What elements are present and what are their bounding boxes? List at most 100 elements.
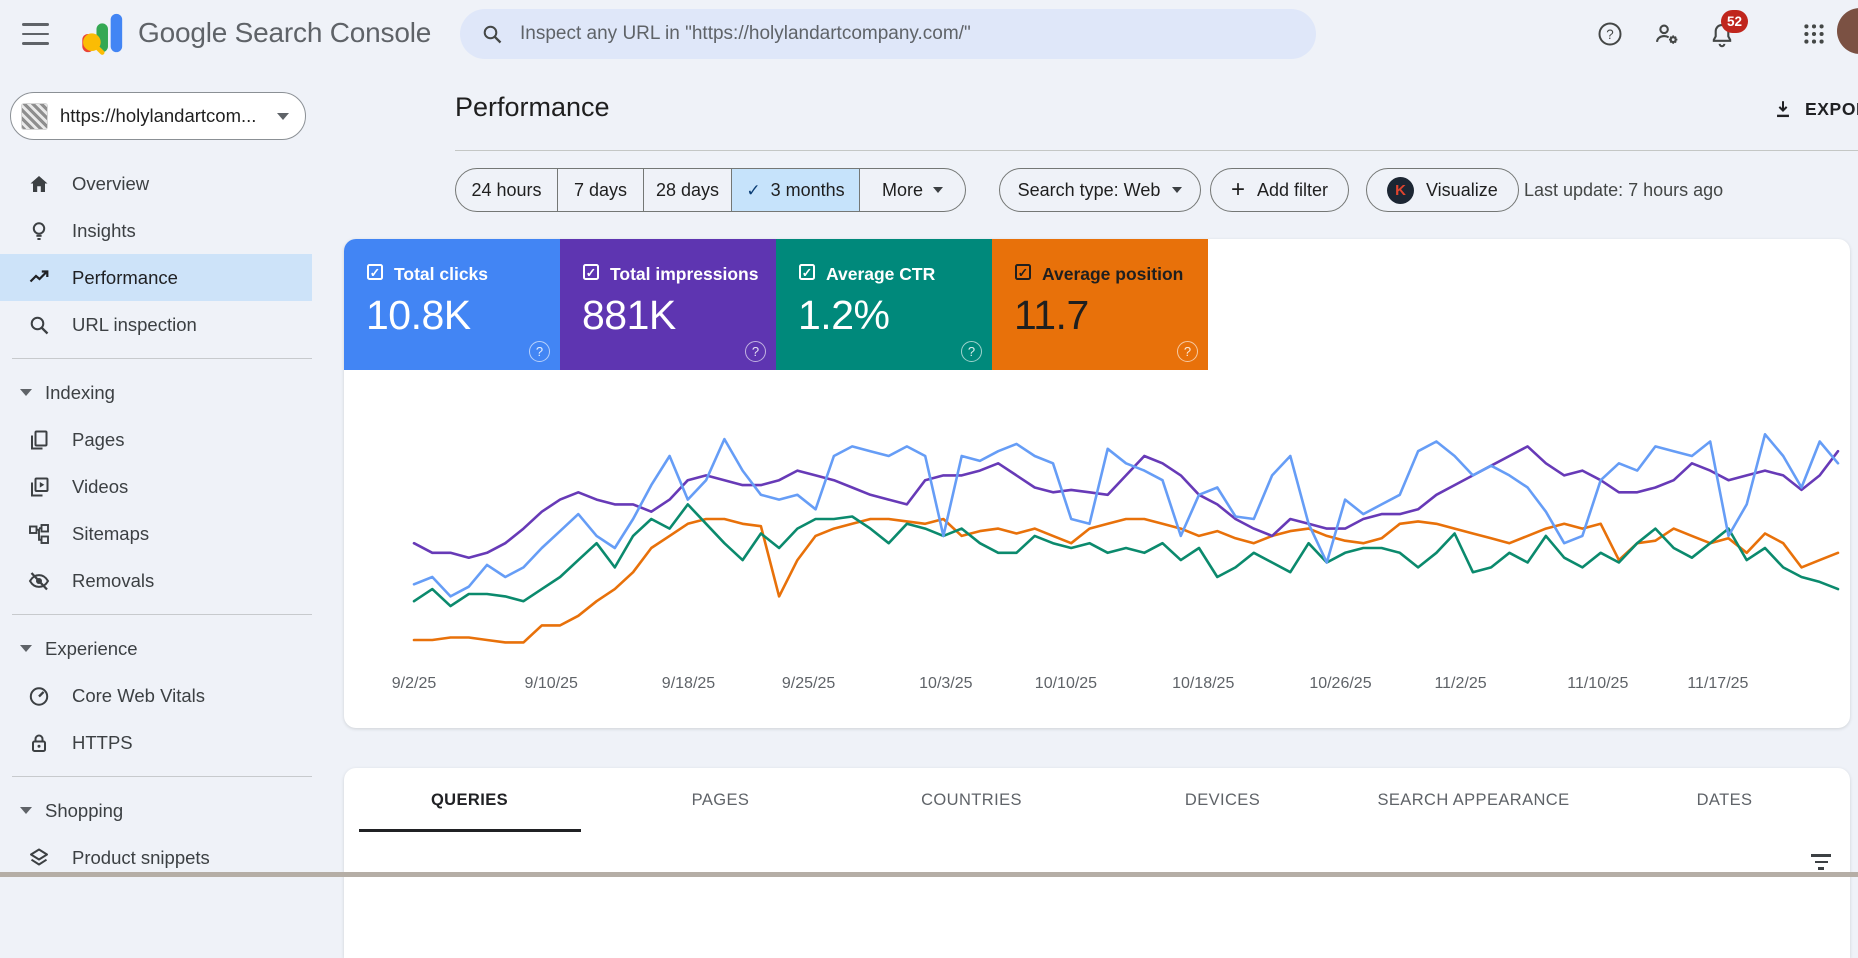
filter-list-icon[interactable] bbox=[1810, 854, 1832, 870]
check-icon bbox=[746, 180, 760, 201]
dimension-tabs: QUERIES PAGES COUNTRIES DEVICES SEARCH APPEA… bbox=[344, 768, 1850, 832]
metric-cards: Total clicks 10.8K Total impressions 881K Av… bbox=[344, 239, 1208, 370]
sidebar-item-performance[interactable]: Performance bbox=[0, 254, 312, 301]
sidebar-item-https[interactable]: HTTPS bbox=[0, 719, 312, 766]
checkbox-checked-icon[interactable] bbox=[799, 264, 815, 280]
title-divider bbox=[455, 150, 1858, 151]
tab-search-appearance[interactable]: SEARCH APPEARANCE bbox=[1348, 768, 1599, 832]
sidebar-divider bbox=[12, 776, 312, 777]
property-favicon bbox=[21, 102, 48, 130]
chevron-down-icon bbox=[933, 187, 943, 193]
x-tick-label: 9/2/25 bbox=[391, 675, 437, 692]
metric-card-total-clicks[interactable]: Total clicks 10.8K bbox=[344, 239, 560, 370]
x-tick-label: 9/25/25 bbox=[781, 675, 836, 692]
search-icon bbox=[480, 22, 504, 46]
active-tab-underline bbox=[358, 829, 581, 832]
tab-label: PAGES bbox=[691, 790, 750, 809]
sidebar-item-url-inspection[interactable]: URL inspection bbox=[0, 301, 312, 348]
tab-label: QUERIES bbox=[430, 790, 509, 809]
manage-users-icon[interactable] bbox=[1650, 17, 1684, 51]
checkbox-checked-icon[interactable] bbox=[583, 264, 599, 280]
visualize-label: Visualize bbox=[1426, 179, 1498, 200]
help-circle-icon[interactable] bbox=[745, 341, 766, 362]
help-circle-icon[interactable] bbox=[529, 341, 550, 362]
tab-dates[interactable]: DATES bbox=[1599, 768, 1850, 832]
tab-pages[interactable]: PAGES bbox=[595, 768, 846, 832]
sidebar-item-label: Removals bbox=[72, 569, 155, 591]
search-type-dropdown[interactable]: Search type: Web bbox=[999, 168, 1201, 212]
export-label: EXPORT bbox=[1805, 98, 1858, 119]
tab-countries[interactable]: COUNTRIES bbox=[846, 768, 1097, 832]
property-selector[interactable]: https://holylandartcom... bbox=[10, 92, 306, 140]
sidebar-item-label: Sitemaps bbox=[72, 522, 150, 544]
visualize-button[interactable]: K Visualize bbox=[1366, 168, 1519, 212]
url-inspect-searchbar[interactable] bbox=[460, 9, 1316, 59]
sidebar-item-pages[interactable]: Pages bbox=[0, 416, 312, 463]
sidebar-section-shopping[interactable]: Shopping bbox=[0, 787, 312, 834]
sidebar: https://holylandartcom... Overview Insigh… bbox=[0, 68, 312, 877]
chevron-down-icon bbox=[1172, 187, 1183, 193]
sidebar-item-videos[interactable]: Videos bbox=[0, 463, 312, 510]
help-icon[interactable]: ? bbox=[1593, 17, 1627, 51]
metric-value: 881K bbox=[582, 292, 676, 338]
chevron-down-icon bbox=[277, 112, 289, 120]
metric-label: Average CTR bbox=[826, 264, 936, 284]
eye-off-icon bbox=[27, 569, 51, 593]
page-title: Performance bbox=[455, 92, 610, 122]
x-tick-label: 9/18/25 bbox=[661, 675, 716, 692]
tab-label: DATES bbox=[1696, 790, 1753, 809]
tab-label: DEVICES bbox=[1184, 790, 1261, 809]
video-icon bbox=[27, 475, 51, 499]
range-7-days[interactable]: 7 days bbox=[557, 169, 643, 211]
apps-grid-icon[interactable] bbox=[1797, 17, 1831, 51]
metric-value: 1.2% bbox=[798, 292, 890, 338]
range-24-hours[interactable]: 24 hours bbox=[456, 169, 557, 211]
metric-card-total-impressions[interactable]: Total impressions 881K bbox=[560, 239, 776, 370]
range-label: 24 hours bbox=[471, 179, 542, 200]
search-type-label: Search type: Web bbox=[1017, 179, 1161, 200]
sidebar-item-overview[interactable]: Overview bbox=[0, 160, 312, 207]
metric-card-average-ctr[interactable]: Average CTR 1.2% bbox=[776, 239, 992, 370]
sidebar-item-label: Performance bbox=[72, 266, 178, 288]
sidebar-item-sitemaps[interactable]: Sitemaps bbox=[0, 510, 312, 557]
x-tick-label: 11/10/25 bbox=[1567, 675, 1629, 692]
trending-up-icon bbox=[27, 266, 51, 290]
export-button[interactable]: EXPORT bbox=[1772, 98, 1858, 120]
tab-queries[interactable]: QUERIES bbox=[344, 768, 595, 832]
tab-devices[interactable]: DEVICES bbox=[1097, 768, 1348, 832]
sidebar-section-label: Experience bbox=[45, 637, 138, 659]
metric-label: Total impressions bbox=[610, 264, 759, 284]
sidebar-nav: Overview Insights Performance URL inspectio… bbox=[0, 160, 312, 881]
metric-card-average-position[interactable]: Average position 11.7 bbox=[992, 239, 1208, 370]
x-tick-label: 10/26/25 bbox=[1309, 675, 1372, 692]
range-28-days[interactable]: 28 days bbox=[643, 169, 731, 211]
x-tick-label: 9/10/25 bbox=[524, 675, 578, 692]
url-inspect-input[interactable] bbox=[518, 22, 1296, 46]
avatar[interactable] bbox=[1837, 8, 1858, 54]
sidebar-item-core-web-vitals[interactable]: Core Web Vitals bbox=[0, 672, 312, 719]
notifications-bell-icon[interactable]: 52 bbox=[1708, 10, 1749, 53]
help-circle-icon[interactable] bbox=[1177, 341, 1198, 362]
sidebar-item-label: Pages bbox=[72, 428, 125, 450]
horizontal-scrollbar[interactable] bbox=[0, 872, 1858, 877]
range-label: 28 days bbox=[655, 179, 720, 200]
checkbox-checked-icon[interactable] bbox=[1015, 264, 1031, 280]
last-update-text: Last update: 7 hours ago bbox=[1524, 179, 1724, 200]
add-filter-button[interactable]: Add filter bbox=[1210, 168, 1350, 212]
sidebar-divider bbox=[12, 614, 312, 615]
sidebar-section-experience[interactable]: Experience bbox=[0, 625, 312, 672]
range-more[interactable]: More bbox=[859, 169, 965, 211]
sidebar-section-indexing[interactable]: Indexing bbox=[0, 369, 312, 416]
help-circle-icon[interactable] bbox=[961, 341, 982, 362]
performance-chart[interactable] bbox=[400, 395, 1852, 687]
chevron-down-icon bbox=[20, 645, 32, 652]
performance-panel: Total clicks 10.8K Total impressions 881K Av… bbox=[344, 239, 1850, 728]
plus-icon bbox=[1231, 178, 1245, 202]
sidebar-item-removals[interactable]: Removals bbox=[0, 557, 312, 604]
checkbox-checked-icon[interactable] bbox=[367, 264, 383, 280]
menu-icon[interactable] bbox=[22, 23, 49, 45]
sidebar-item-insights[interactable]: Insights bbox=[0, 207, 312, 254]
x-tick-label: 11/17/25 bbox=[1687, 675, 1749, 692]
range-3-months[interactable]: 3 months bbox=[731, 169, 859, 211]
tab-label: COUNTRIES bbox=[921, 790, 1022, 809]
